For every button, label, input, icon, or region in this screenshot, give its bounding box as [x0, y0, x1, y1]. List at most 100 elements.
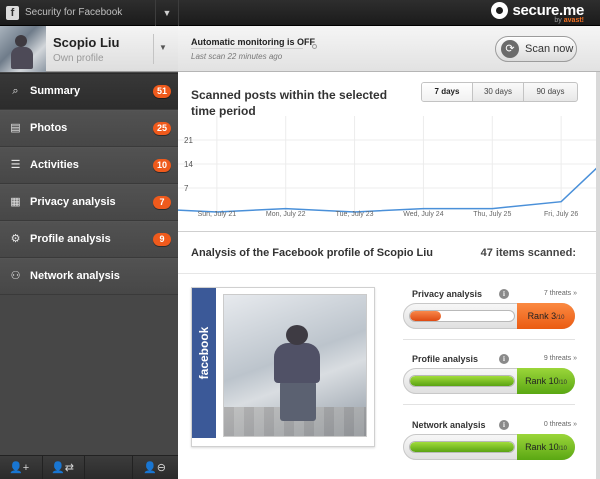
metric-divider: [403, 339, 575, 340]
scrollbar[interactable]: [596, 72, 600, 479]
rank-bar: [409, 441, 515, 453]
range-90-days[interactable]: 90 days: [524, 83, 577, 101]
sidebar-item-photos[interactable]: ▤ Photos 25: [0, 110, 178, 147]
avatar: [0, 26, 46, 72]
profile-analysis-metric: Profile analysis i 9 threats » Rank 10/1…: [403, 354, 577, 410]
time-range-selector: 7 days 30 days 90 days: [421, 82, 578, 102]
app-title: Security for Facebook: [25, 7, 123, 18]
network-icon: ⚇: [10, 270, 21, 282]
sidebar-item-activities[interactable]: ☰ Activities 10: [0, 147, 178, 184]
facebook-strip: facebook: [192, 288, 216, 438]
sidebar-item-label: Summary: [30, 85, 81, 97]
metric-label: Network analysis: [412, 420, 486, 430]
privacy-analysis-metric: Privacy analysis i 7 threats » Rank 3/10: [403, 289, 577, 345]
threats-link[interactable]: 9 threats »: [544, 355, 577, 362]
series-line: [178, 163, 600, 213]
profile-name: Scopio Liu: [53, 35, 120, 50]
count-badge: 10: [152, 159, 171, 172]
chevron-down-icon[interactable]: ▼: [160, 6, 174, 20]
x-tick-label: Fri, July 26: [544, 211, 578, 218]
refresh-icon: ⟳: [501, 40, 519, 58]
search-icon: ⌕: [12, 85, 19, 97]
rank-gauge: Rank 10/10: [403, 368, 575, 394]
count-badge: 51: [152, 85, 171, 98]
sidebar-footer: 👤+ 👤⇄ 👤⊖: [0, 455, 178, 479]
profile-analysis-icon: ⚙: [10, 233, 21, 245]
title-divider: [155, 0, 156, 26]
rank-gauge: Rank 10/10: [403, 434, 575, 460]
sidebar-item-profile-analysis[interactable]: ⚙ Profile analysis 9: [0, 221, 178, 258]
count-badge: 9: [153, 233, 171, 246]
count-badge: 7: [153, 196, 171, 209]
sidebar-item-label: Privacy analysis: [30, 196, 116, 208]
rank-value: Rank 10/10: [517, 368, 575, 394]
sidebar-item-label: Photos: [30, 122, 68, 134]
scanned-posts-chart: 7 14 21 Sun, July 21 Mon, July 22 Tue, July 2…: [178, 116, 600, 218]
scan-now-button[interactable]: ⟳ Scan now: [495, 36, 577, 62]
y-tick-label: 7: [184, 184, 189, 193]
footer-divider: [132, 456, 133, 479]
analysis-title: Analysis of the Facebook profile of Scop…: [191, 247, 434, 259]
add-user-icon[interactable]: 👤+: [9, 460, 29, 476]
rank-bar-fill: [410, 442, 514, 452]
items-scanned-count: 47 items scanned:: [480, 247, 576, 259]
sidebar-item-network-analysis[interactable]: ⚇ Network analysis: [0, 258, 178, 295]
x-tick-label: Wed, July 24: [403, 211, 443, 218]
network-analysis-metric: Network analysis i 0 threats » Rank 10/1…: [403, 420, 577, 476]
rank-bar-fill: [410, 376, 514, 386]
title-bar: f Security for Facebook ▼ secure.me by a…: [0, 0, 600, 26]
sidebar-nav: ⌕ Summary 51 ▤ Photos 25 ☰ Activities 10…: [0, 73, 178, 295]
rank-value: Rank 3/10: [517, 303, 575, 329]
rank-value: Rank 10/10: [517, 434, 575, 460]
footer-divider: [42, 456, 43, 479]
rank-bar: [409, 310, 515, 322]
scanned-posts-panel: Scanned posts within the selected time p…: [178, 72, 600, 232]
footer-divider: [84, 456, 85, 479]
threats-link[interactable]: 7 threats »: [544, 290, 577, 297]
analysis-divider: [178, 273, 600, 274]
last-scan-text: Last scan 22 minutes ago: [191, 52, 283, 61]
x-tick-label: Thu, July 25: [473, 211, 511, 218]
photos-icon: ▤: [10, 122, 21, 134]
y-tick-label: 21: [184, 136, 193, 145]
switch-user-icon[interactable]: 👤⇄: [51, 460, 74, 476]
x-tick-label: Tue, July 23: [336, 211, 374, 218]
metric-label: Privacy analysis: [412, 289, 483, 299]
activities-icon: ☰: [10, 159, 21, 171]
x-tick-label: Mon, July 22: [266, 211, 306, 218]
info-icon[interactable]: i: [499, 289, 509, 299]
status-bar: Automatic monitoring is OFF Last scan 22…: [178, 26, 600, 72]
profile-photo: [223, 294, 367, 437]
sidebar: Scopio Liu Own profile ▼ ⌕ Summary 51 ▤ …: [0, 26, 178, 479]
y-tick-label: 14: [184, 160, 193, 169]
info-icon[interactable]: i: [499, 420, 509, 430]
x-tick-label: Sun, July 21: [198, 211, 237, 218]
monitoring-status: Automatic monitoring is OFF: [191, 37, 315, 47]
threats-link[interactable]: 0 threats »: [544, 421, 577, 428]
rank-gauge: Rank 3/10: [403, 303, 575, 329]
chevron-down-icon[interactable]: ▼: [159, 43, 167, 52]
count-badge: 25: [152, 122, 171, 135]
sidebar-item-label: Network analysis: [30, 270, 120, 282]
rank-bar-fill: [410, 311, 442, 321]
sidebar-item-privacy-analysis[interactable]: ▦ Privacy analysis 7: [0, 184, 178, 221]
app-icon: f: [6, 6, 19, 20]
sidebar-item-summary[interactable]: ⌕ Summary 51: [0, 73, 178, 110]
scan-now-label: Scan now: [525, 43, 574, 55]
remove-user-icon[interactable]: 👤⊖: [143, 460, 166, 476]
monitoring-toggle[interactable]: [312, 44, 317, 49]
range-30-days[interactable]: 30 days: [473, 83, 524, 101]
privacy-icon: ▦: [10, 196, 21, 208]
brand-logo: secure.me by avast!: [491, 2, 584, 24]
profile-selector[interactable]: Scopio Liu Own profile ▼: [0, 26, 178, 72]
info-icon[interactable]: i: [499, 354, 509, 364]
profile-divider: [153, 34, 154, 64]
status-divider: [191, 48, 303, 49]
metric-label: Profile analysis: [412, 354, 479, 364]
rank-bar: [409, 375, 515, 387]
sidebar-item-label: Activities: [30, 159, 79, 171]
title-divider-2: [178, 0, 179, 26]
facebook-label: facebook: [197, 326, 211, 380]
metric-divider: [403, 404, 575, 405]
range-7-days[interactable]: 7 days: [422, 83, 473, 101]
